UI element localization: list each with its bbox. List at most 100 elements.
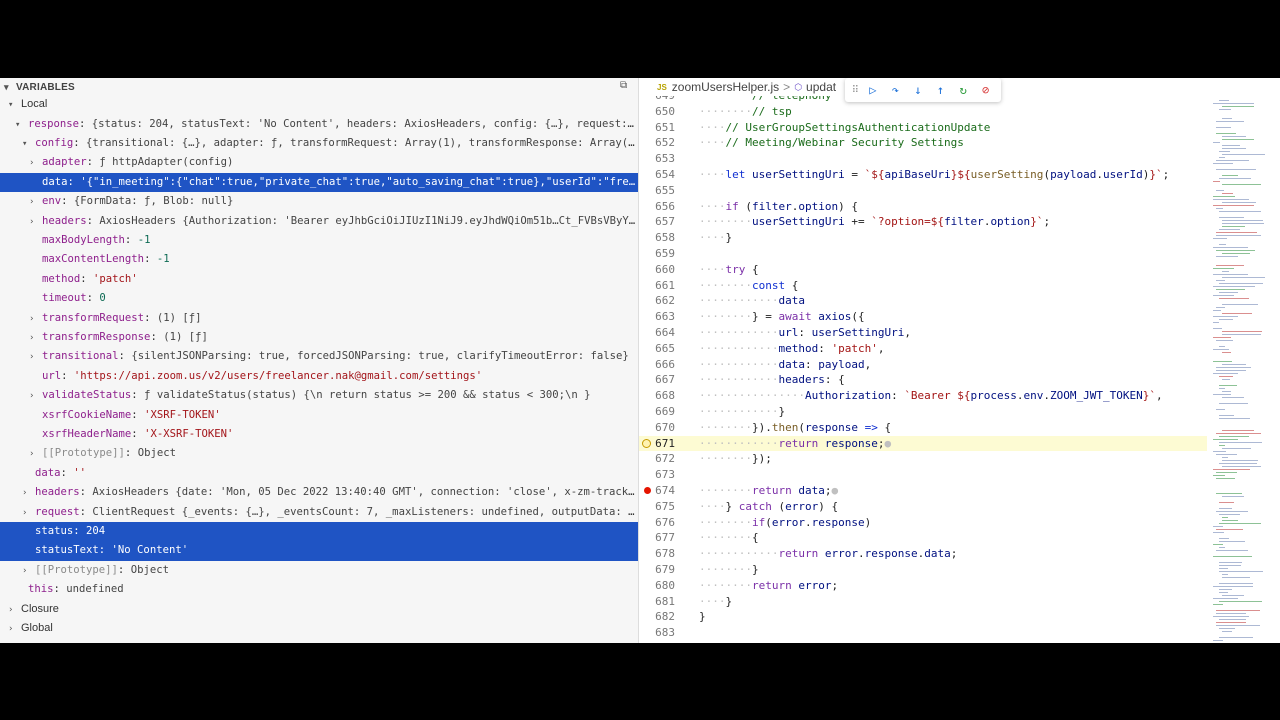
minimap-line: [1219, 583, 1253, 584]
continue-icon[interactable]: ▷: [864, 83, 882, 97]
variable-value: ƒ validateStatus(status) {\n return stat…: [144, 389, 591, 402]
code-line[interactable]: 659: [639, 246, 1207, 262]
chevron-right-icon[interactable]: ›: [22, 504, 35, 522]
code-line[interactable]: 676 ········if(error.response): [639, 515, 1207, 531]
code-line[interactable]: 651 ····// UserGroupSettingsAuthenticatio…: [639, 120, 1207, 136]
variable-row[interactable]: this: undefined: [0, 580, 638, 599]
variable-row[interactable]: statusText: 'No Content': [0, 541, 638, 561]
code-line[interactable]: 682}: [639, 609, 1207, 625]
step-into-icon[interactable]: ↓: [909, 83, 927, 97]
scope-closure[interactable]: › Closure: [0, 600, 638, 619]
code-line[interactable]: 674 ········return data;●: [639, 483, 1207, 499]
code-line[interactable]: 678 ············return error.response.dat…: [639, 546, 1207, 562]
variable-row[interactable]: data: '': [0, 464, 638, 483]
code-line[interactable]: 658 ····}: [639, 230, 1207, 246]
chevron-right-icon[interactable]: ›: [29, 348, 42, 366]
code-line[interactable]: 671 ············return response;●: [639, 435, 1207, 452]
step-out-icon[interactable]: ↑: [932, 83, 950, 97]
variable-row[interactable]: › request: ClientRequest {_events: {…}, _…: [0, 503, 638, 522]
code-line[interactable]: 667 ············headers: {: [639, 372, 1207, 388]
chevron-down-icon[interactable]: ▾: [8, 96, 21, 114]
variable-row[interactable]: data: '{"in_meeting":{"chat":true,"priva…: [0, 172, 638, 193]
code-line[interactable]: 683: [639, 625, 1207, 641]
variable-row[interactable]: status: 204: [0, 522, 638, 542]
minimap-line: [1219, 436, 1249, 437]
grip-icon[interactable]: ⠿: [851, 85, 859, 96]
code-line[interactable]: 663 ········} = await axios({: [639, 309, 1207, 325]
variable-row[interactable]: method: 'patch': [0, 270, 638, 289]
minimap-line: [1216, 472, 1237, 473]
variable-row[interactable]: › transformResponse: (1) [ƒ]: [0, 328, 638, 347]
code-line[interactable]: 669 ············}: [639, 404, 1207, 420]
code-line[interactable]: 679 ········}: [639, 562, 1207, 578]
code-line[interactable]: 673: [639, 467, 1207, 483]
code-line[interactable]: 680 ········return error;: [639, 578, 1207, 594]
code-line[interactable]: 664 ············url: userSettingUri,: [639, 325, 1207, 341]
code-area[interactable]: 649 ········// telephony 650 ········// tsp…: [639, 96, 1207, 643]
variable-value: '{"in_meeting":{"chat":true,"private_cha…: [80, 175, 638, 188]
code-line[interactable]: 672 ········});: [639, 451, 1207, 467]
chevron-right-icon[interactable]: ›: [29, 445, 42, 463]
code-line[interactable]: 666 ············data: payload,: [639, 357, 1207, 373]
minimap-line: [1222, 631, 1232, 632]
breadcrumb-symbol[interactable]: updat: [806, 80, 836, 94]
code-line[interactable]: 652 ····// Meeting/Webinar Security Setti…: [639, 135, 1207, 151]
code-line[interactable]: 657 ········userSettingUri += `?option=${…: [639, 214, 1207, 230]
chevron-down-icon[interactable]: ▾: [22, 135, 35, 153]
chevron-right-icon[interactable]: ›: [29, 310, 42, 328]
code-line[interactable]: 677 ········{: [639, 530, 1207, 546]
code-line[interactable]: 649 ········// telephony: [639, 96, 1207, 104]
variable-row[interactable]: maxBodyLength: -1: [0, 231, 638, 250]
minimap-line: [1222, 118, 1232, 119]
variable-row[interactable]: › transformRequest: (1) [ƒ]: [0, 309, 638, 328]
code-line[interactable]: 662 ············data: [639, 293, 1207, 309]
chevron-right-icon[interactable]: ›: [29, 193, 42, 211]
chevron-right-icon[interactable]: ›: [29, 154, 42, 172]
code-line[interactable]: 660 ····try {: [639, 262, 1207, 278]
code-line[interactable]: 650 ········// tsp: [639, 104, 1207, 120]
breadcrumb-file[interactable]: zoomUsersHelper.js: [672, 80, 779, 94]
variable-row[interactable]: ▾ config: {transitional: {…}, adapter: ƒ,…: [0, 134, 638, 153]
variable-row[interactable]: › [[Prototype]]: Object: [0, 444, 638, 463]
variable-row[interactable]: maxContentLength: -1: [0, 250, 638, 269]
chevron-right-icon[interactable]: ›: [29, 387, 42, 405]
chevron-right-icon[interactable]: ›: [8, 601, 21, 619]
variable-row[interactable]: › headers: AxiosHeaders {date: 'Mon, 05 D…: [0, 483, 638, 502]
code-line[interactable]: 665 ············method: 'patch',: [639, 341, 1207, 357]
disconnect-icon[interactable]: ⊘: [977, 83, 995, 97]
chevron-right-icon[interactable]: ›: [29, 213, 42, 231]
variable-row[interactable]: › headers: AxiosHeaders {Authorization: '…: [0, 212, 638, 231]
variable-row[interactable]: › env: {FormData: ƒ, Blob: null}: [0, 192, 638, 211]
code-line[interactable]: 654 ····let userSettingUri = `${apiBaseUr…: [639, 167, 1207, 183]
variable-row[interactable]: › transitional: {silentJSONParsing: true,…: [0, 347, 638, 366]
minimap[interactable]: [1209, 96, 1279, 643]
code-line[interactable]: 653: [639, 151, 1207, 167]
variable-row[interactable]: ▾ response: {status: 204, statusText: 'No…: [0, 115, 638, 134]
scope-global[interactable]: › Global: [0, 619, 638, 638]
breadcrumb-separator: >: [783, 80, 791, 94]
restart-icon[interactable]: ↻: [954, 83, 972, 97]
variable-row[interactable]: › [[Prototype]]: Object: [0, 561, 638, 580]
code-line[interactable]: 656 ····if (filter.option) {: [639, 199, 1207, 215]
variable-row[interactable]: › validateStatus: ƒ validateStatus(status…: [0, 386, 638, 405]
variable-row[interactable]: › adapter: ƒ httpAdapter(config): [0, 153, 638, 172]
chevron-right-icon[interactable]: ›: [22, 562, 35, 580]
variable-row[interactable]: timeout: 0: [0, 289, 638, 308]
code-line[interactable]: 655: [639, 183, 1207, 199]
variable-row[interactable]: xsrfCookieName: 'XSRF-TOKEN': [0, 406, 638, 425]
step-over-icon[interactable]: ↷: [886, 83, 904, 97]
variables-header[interactable]: ▾ VARIABLES: [0, 78, 638, 96]
code-line[interactable]: 668 ················Authorization: `Beare…: [639, 388, 1207, 404]
chevron-down-icon[interactable]: ▾: [15, 116, 28, 134]
code-line[interactable]: 661 ········const {: [639, 278, 1207, 294]
variable-row[interactable]: url: 'https://api.zoom.us/v2/users/freel…: [0, 367, 638, 386]
collapse-all-icon[interactable]: ⧉: [620, 80, 632, 92]
chevron-right-icon[interactable]: ›: [22, 484, 35, 502]
code-line[interactable]: 681 ····}: [639, 594, 1207, 610]
code-line[interactable]: 670 ········}).then(response => {: [639, 420, 1207, 436]
scope-local[interactable]: ▾ Local: [0, 95, 638, 114]
chevron-right-icon[interactable]: ›: [29, 329, 42, 347]
chevron-right-icon[interactable]: ›: [8, 620, 21, 638]
variable-row[interactable]: xsrfHeaderName: 'X-XSRF-TOKEN': [0, 425, 638, 444]
code-line[interactable]: 675 ····} catch (error) {: [639, 499, 1207, 515]
